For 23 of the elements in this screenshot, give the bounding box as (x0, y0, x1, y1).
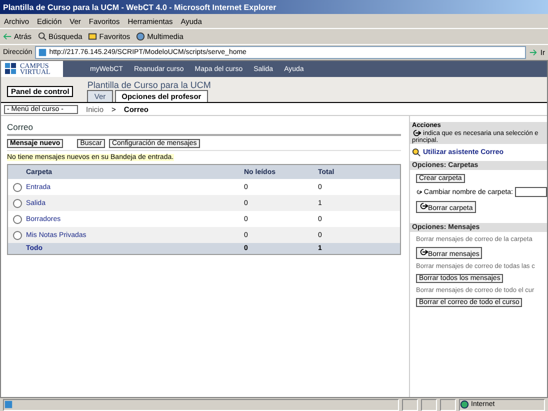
selection-arrow-icon (412, 129, 421, 137)
table-cell (8, 243, 24, 254)
section-title: Correo (7, 122, 401, 136)
header-cell (8, 165, 24, 179)
folder-name-field[interactable] (515, 187, 547, 197)
radio-button[interactable] (13, 198, 22, 208)
page-icon (38, 48, 48, 57)
folder-icon (88, 32, 98, 41)
selection-arrow-icon (419, 248, 428, 256)
radio-button[interactable] (13, 230, 22, 240)
search-icon (38, 32, 47, 41)
selection-arrow-icon (416, 188, 422, 196)
globe-icon (460, 400, 469, 409)
course-title: Plantilla de Curso para la UCM (87, 80, 211, 90)
window-title: Plantilla de Curso para la UCM - WebCT 4.0 - Microsoft Internet Explorer (0, 0, 548, 14)
globe-icon (136, 32, 146, 41)
back-arrow-icon (3, 32, 12, 41)
magnifier-icon (412, 148, 421, 157)
selection-arrow-icon (419, 202, 428, 210)
go-arrow-icon (529, 48, 538, 57)
radio-button[interactable] (13, 214, 22, 224)
page-icon (4, 400, 13, 409)
radio-button[interactable] (13, 182, 22, 192)
